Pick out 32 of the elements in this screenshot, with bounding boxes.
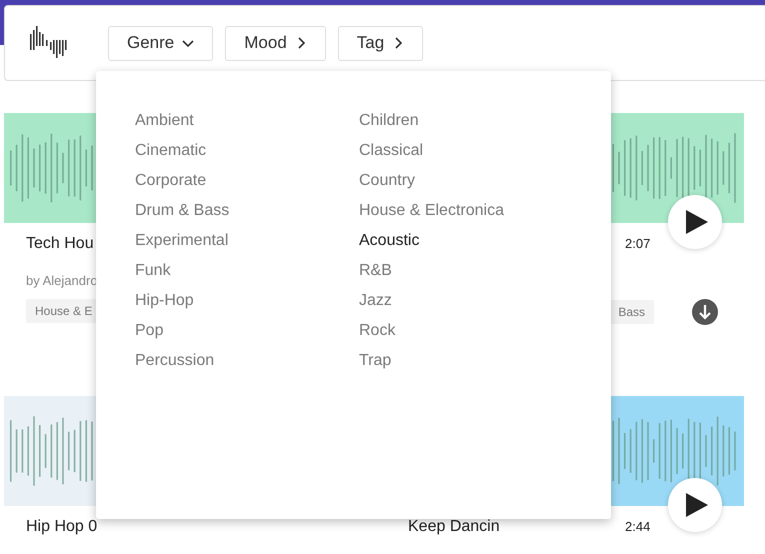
play-icon	[686, 210, 708, 234]
genre-menu-item[interactable]: Acoustic	[359, 232, 420, 249]
filter-button[interactable]: Genre	[108, 26, 214, 60]
genre-menu-item[interactable]: Pop	[135, 322, 164, 339]
genre-menu-item[interactable]: Country	[359, 172, 416, 189]
genre-menu-item[interactable]: Cinematic	[135, 142, 206, 159]
tag-chip[interactable]: Bass	[609, 300, 654, 324]
genre-menu-item[interactable]: Ambient	[135, 112, 194, 129]
filter-button[interactable]: Mood	[225, 26, 326, 60]
genre-menu-item[interactable]: Corporate	[135, 172, 206, 189]
filter-button[interactable]: Tag	[338, 26, 424, 60]
genre-menu-item[interactable]: Classical	[359, 142, 424, 159]
genre-menu-item[interactable]: House & Electronica	[359, 202, 504, 219]
genre-menu-item[interactable]: Children	[359, 112, 419, 129]
genre-menu-item[interactable]: Percussion	[135, 352, 214, 369]
download-icon[interactable]	[692, 299, 718, 325]
genre-menu-item[interactable]: Trap	[359, 352, 392, 369]
genre-menu-item[interactable]: R&B	[359, 262, 392, 279]
track-duration: 2:07	[625, 236, 650, 251]
track-title[interactable]: Keep Dancin	[408, 518, 500, 535]
genre-menu-item[interactable]: Rock	[359, 322, 396, 339]
track-duration: 2:44	[625, 519, 650, 534]
genre-menu-item[interactable]: Hip-Hop	[135, 292, 194, 309]
genre-menu-item[interactable]: Experimental	[135, 232, 228, 249]
play-button[interactable]	[668, 478, 722, 532]
genre-menu-item[interactable]: Jazz	[359, 292, 392, 309]
play-button[interactable]	[668, 195, 722, 249]
play-icon	[686, 493, 708, 517]
genre-menu-item[interactable]: Funk	[135, 262, 171, 279]
track-title[interactable]: Tech Hou	[26, 235, 94, 252]
genre-menu-item[interactable]: Drum & Bass	[135, 202, 230, 219]
track-title[interactable]: Hip Hop 0	[26, 518, 98, 535]
